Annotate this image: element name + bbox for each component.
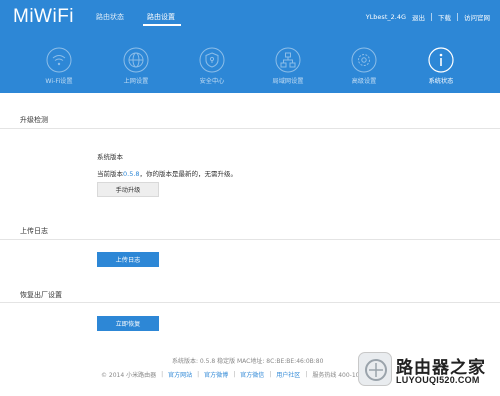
watermark: 路由器之家 LUYOUQI520.COM	[356, 348, 500, 396]
footer-user-community-link[interactable]: 用户社区	[276, 370, 300, 379]
footer-official-weibo-link[interactable]: 官方微博	[204, 370, 228, 379]
separator: |	[197, 371, 200, 378]
section-divider	[0, 128, 500, 129]
current-version-suffix: ，你的版本是最新的，无需升级。	[139, 170, 238, 178]
separator: |	[305, 371, 308, 378]
download-link[interactable]: 下载	[438, 12, 451, 22]
footer-links: © 2014 小米路由器 | 官方网站 | 官方微博 | 官方微信 | 用户社区…	[101, 370, 381, 379]
nav-active-underline	[143, 24, 181, 26]
ssid-label: YLbest_2.4G	[365, 13, 406, 21]
tab-lan-settings[interactable]: 局域网设置	[258, 47, 318, 85]
tab-label: 局域网设置	[272, 78, 304, 85]
separator	[457, 13, 458, 21]
top-header: MiWiFi 路由状态 路由设置 YLbest_2.4G 退出 下载 访问官网 …	[0, 0, 500, 93]
tab-advanced-settings[interactable]: 高级设置	[334, 47, 394, 85]
tab-security-center[interactable]: 安全中心	[182, 47, 242, 85]
separator: |	[269, 371, 272, 378]
tab-wifi-settings[interactable]: Wi-Fi设置	[29, 47, 89, 85]
globe-icon	[123, 47, 149, 73]
tab-label: 安全中心	[199, 78, 225, 85]
shield-icon	[199, 47, 225, 73]
separator: |	[233, 371, 236, 378]
separator: |	[161, 371, 164, 378]
factory-reset-title: 恢复出厂设置	[20, 291, 62, 299]
footer-official-site-link[interactable]: 官方网站	[168, 370, 192, 379]
current-version-prefix: 当前版本	[97, 170, 123, 178]
upload-log-button[interactable]: 上传日志	[97, 252, 159, 267]
footer-copyright: © 2014 小米路由器	[101, 372, 157, 379]
tab-system-status[interactable]: 系统状态	[411, 47, 471, 85]
system-version-label: 系统版本	[97, 153, 123, 161]
current-version-number: 0.5.8	[123, 170, 140, 178]
top-right-links: YLbest_2.4G 退出 下载 访问官网	[366, 12, 490, 22]
wifi-icon	[46, 47, 72, 73]
separator	[431, 13, 432, 21]
network-icon	[275, 47, 301, 73]
upgrade-check-title: 升级检测	[20, 116, 48, 124]
tab-label: 系统状态	[428, 78, 454, 85]
footer-system-info: 系统版本: 0.5.8 稳定版 MAC地址: 8C:BE:BE:46:0B:80	[172, 358, 324, 365]
visit-official-site-link[interactable]: 访问官网	[464, 12, 490, 22]
tab-label: Wi-Fi设置	[45, 78, 73, 85]
current-version-text: 当前版本0.5.8，你的版本是最新的，无需升级。	[97, 168, 237, 178]
watermark-logo-icon	[358, 352, 392, 386]
section-divider	[0, 239, 500, 240]
nav-router-settings[interactable]: 路由设置	[147, 12, 175, 22]
tab-label: 高级设置	[351, 78, 377, 85]
footer-official-wechat-link[interactable]: 官方微信	[240, 370, 264, 379]
info-icon	[428, 47, 454, 73]
tab-label: 上网设置	[123, 78, 149, 85]
gear-icon	[351, 47, 377, 73]
watermark-url: LUYOUQI520.COM	[396, 375, 480, 385]
miwifi-logo[interactable]: MiWiFi	[13, 6, 74, 28]
manual-upgrade-button[interactable]: 手动升级	[97, 182, 159, 197]
tab-internet-settings[interactable]: 上网设置	[106, 47, 166, 85]
restore-now-button[interactable]: 立即恢复	[97, 316, 159, 331]
settings-tab-row: Wi-Fi设置 上网设置 安全中心 局域网设置 高级设置 系统状态	[0, 47, 500, 93]
upload-log-title: 上传日志	[20, 227, 48, 235]
section-divider	[0, 302, 500, 303]
logout-link[interactable]: 退出	[412, 12, 425, 22]
nav-router-status[interactable]: 路由状态	[96, 12, 124, 22]
